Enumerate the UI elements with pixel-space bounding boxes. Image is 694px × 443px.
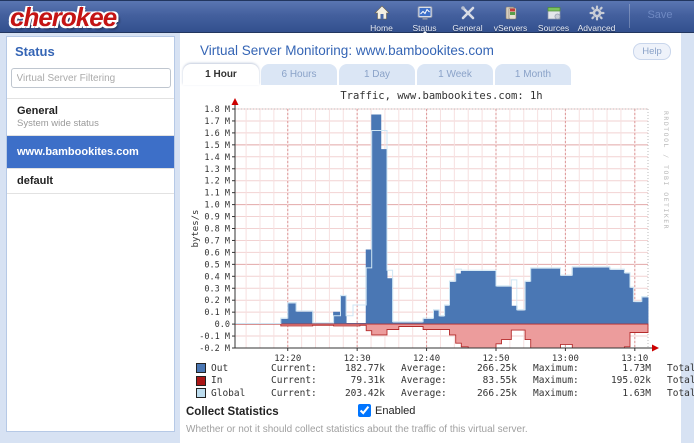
svg-text:0.7 M: 0.7 M bbox=[204, 236, 230, 246]
nav-item-status[interactable]: Status bbox=[403, 3, 446, 33]
top-bar: cherokee HomeStatusGeneralvServersSource… bbox=[0, 0, 694, 33]
svg-text:1.4 M: 1.4 M bbox=[204, 153, 230, 163]
save-button[interactable]: Save bbox=[640, 1, 680, 21]
sources-icon bbox=[532, 4, 575, 22]
svg-text:0.0: 0.0 bbox=[215, 320, 230, 330]
svg-text:0.4 M: 0.4 M bbox=[204, 272, 230, 282]
sidebar-title: Status bbox=[7, 37, 174, 59]
tab-1-week[interactable]: 1 Week bbox=[417, 64, 493, 85]
tab-1-month[interactable]: 1 Month bbox=[495, 64, 571, 85]
sidebar: Status GeneralSystem wide statuswww.bamb… bbox=[6, 36, 175, 432]
enabled-label: Enabled bbox=[375, 405, 415, 417]
tab-6-hours[interactable]: 6 Hours bbox=[261, 64, 337, 85]
virtual-server-list: GeneralSystem wide statuswww.bambookites… bbox=[7, 98, 174, 194]
sidebar-item-www-bambookites-com[interactable]: www.bambookites.com bbox=[7, 136, 174, 169]
traffic-chart: 1.8 M 1.7 M 1.6 M 1.5 M 1.4 M 1.3 M 1.2 M 1.1 M… bbox=[186, 88, 680, 364]
help-button[interactable]: Help bbox=[633, 43, 671, 60]
svg-text:bytes/s: bytes/s bbox=[191, 210, 201, 248]
svg-text:0.9 M: 0.9 M bbox=[204, 213, 230, 223]
legend-row-out: OutCurrent:182.77kAverage:266.25kMaximum… bbox=[196, 362, 694, 375]
svg-text:1.2 M: 1.2 M bbox=[204, 177, 230, 187]
nav-item-vservers[interactable]: vServers bbox=[489, 3, 532, 33]
svg-text:-0.1 M: -0.1 M bbox=[199, 332, 230, 342]
svg-text:0.8 M: 0.8 M bbox=[204, 225, 230, 235]
main-panel: Virtual Server Monitoring: www.bambookit… bbox=[180, 33, 681, 443]
virtual-server-filter-input[interactable] bbox=[11, 68, 171, 88]
svg-text:0.6 M: 0.6 M bbox=[204, 248, 230, 258]
nav-item-home[interactable]: Home bbox=[360, 3, 403, 33]
svg-text:1.3 M: 1.3 M bbox=[204, 165, 230, 175]
svg-text:1.8 M: 1.8 M bbox=[204, 105, 230, 115]
svg-text:1.6 M: 1.6 M bbox=[204, 129, 230, 139]
sidebar-item-default[interactable]: default bbox=[7, 169, 174, 194]
svg-text:1.1 M: 1.1 M bbox=[204, 189, 230, 199]
svg-text:0.2 M: 0.2 M bbox=[204, 296, 230, 306]
sidebar-item-general[interactable]: GeneralSystem wide status bbox=[7, 99, 174, 136]
svg-text:RRDTOOL / TOBI OETIKER: RRDTOOL / TOBI OETIKER bbox=[662, 111, 670, 230]
nav-separator bbox=[629, 4, 630, 28]
tab-1-day[interactable]: 1 Day bbox=[339, 64, 415, 85]
nav-item-sources[interactable]: Sources bbox=[532, 3, 575, 33]
svg-text:1.7 M: 1.7 M bbox=[204, 117, 230, 127]
collect-statistics-label: Collect Statistics bbox=[186, 406, 279, 418]
advanced-icon bbox=[575, 4, 618, 22]
vservers-icon bbox=[489, 4, 532, 22]
legend-swatch bbox=[196, 363, 206, 373]
legend-row-global: GlobalCurrent:203.42kAverage:266.25kMaxi… bbox=[196, 387, 694, 400]
page-title: Virtual Server Monitoring: www.bambookit… bbox=[200, 43, 494, 58]
collect-statistics-checkbox[interactable] bbox=[358, 404, 371, 417]
cherokee-logo: cherokee bbox=[10, 2, 116, 33]
svg-text:0.1 M: 0.1 M bbox=[204, 308, 230, 318]
nav-item-advanced[interactable]: Advanced bbox=[575, 3, 618, 33]
svg-text:0.5 M: 0.5 M bbox=[204, 260, 230, 270]
svg-text:Traffic, www.bambookites.com:: Traffic, www.bambookites.com: 1h bbox=[340, 90, 542, 102]
svg-text:0.3 M: 0.3 M bbox=[204, 284, 230, 294]
collect-statistics-description: Whether or not it should collect statist… bbox=[186, 424, 528, 435]
series-out bbox=[235, 115, 648, 324]
rrdtool-graph: 1.8 M 1.7 M 1.6 M 1.5 M 1.4 M 1.3 M 1.2 M 1.1 M… bbox=[186, 88, 680, 364]
legend-swatch bbox=[196, 376, 206, 386]
svg-text:1.0 M: 1.0 M bbox=[204, 201, 230, 211]
svg-text:-0.2 M: -0.2 M bbox=[199, 344, 230, 354]
status-icon bbox=[403, 4, 446, 22]
home-icon bbox=[360, 4, 403, 22]
legend-swatch bbox=[196, 388, 206, 398]
nav-item-general[interactable]: General bbox=[446, 3, 489, 33]
legend-row-in: InCurrent:79.31kAverage:83.55kMaximum:19… bbox=[196, 375, 694, 388]
time-range-tabs: 1 Hour6 Hours1 Day1 Week1 Month bbox=[183, 64, 573, 85]
svg-text:1.5 M: 1.5 M bbox=[204, 141, 230, 151]
tab-1-hour[interactable]: 1 Hour bbox=[183, 64, 259, 85]
cherokee-admin-page: cherokee HomeStatusGeneralvServersSource… bbox=[0, 0, 694, 443]
top-nav: HomeStatusGeneralvServersSourcesAdvanced bbox=[360, 3, 618, 33]
chart-legend: OutCurrent:182.77kAverage:266.25kMaximum… bbox=[196, 362, 694, 400]
general-icon bbox=[446, 4, 489, 22]
